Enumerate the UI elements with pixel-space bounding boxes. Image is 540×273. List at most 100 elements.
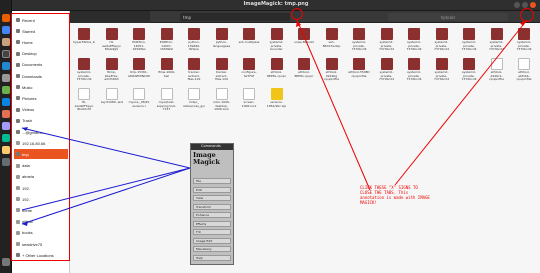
file-item[interactable]: systemd-private-7370bcd4 bbox=[348, 26, 370, 54]
close-icon[interactable] bbox=[530, 2, 536, 8]
folder-icon bbox=[353, 28, 365, 40]
file-icon bbox=[490, 58, 503, 70]
file-item[interactable]: tmp-15361-ADRAEMINCW0MP bbox=[128, 56, 150, 84]
files-icon[interactable] bbox=[2, 38, 10, 46]
file-name: ethtool-49190g cpuprofile bbox=[324, 71, 339, 82]
firefox-icon[interactable] bbox=[2, 14, 10, 22]
app-icon[interactable] bbox=[2, 98, 10, 106]
file-item[interactable]: HL awdsPFKpyo 8kA9m3t bbox=[73, 86, 95, 114]
file-item[interactable]: systemd-private-7370bcd4 bbox=[431, 56, 453, 84]
file-item[interactable]: systemd-private-7370bcd4 bbox=[513, 26, 535, 54]
sidebar-highlight-box bbox=[11, 13, 70, 261]
folder-icon bbox=[298, 28, 310, 40]
file-item[interactable]: zeyrt1080-.wxb bbox=[101, 86, 123, 114]
file-item[interactable]: ssh-8EAS7wdqo bbox=[321, 26, 343, 54]
file-item[interactable]: tracker-extract-files.129 bbox=[183, 56, 205, 84]
file-item[interactable]: ethtool-8EP8x-cpupr bbox=[293, 56, 315, 84]
folder-icon bbox=[298, 58, 310, 70]
app-icon[interactable] bbox=[2, 146, 10, 154]
file-name: systemd-private-7370bcd4 bbox=[406, 41, 422, 52]
im-menu-button[interactable]: Transform bbox=[193, 203, 231, 210]
file-item[interactable]: screen-1006.lock bbox=[238, 86, 260, 114]
im-menu-button[interactable]: File bbox=[193, 178, 231, 184]
file-item[interactable]: xdoc-1006-desktop-1006.lock bbox=[211, 86, 233, 114]
folder-icon bbox=[105, 58, 118, 70]
app-grid-icon[interactable] bbox=[2, 258, 10, 266]
file-item[interactable]: fbmp-bbe3f1a-a21f1663 bbox=[101, 56, 123, 84]
im-logo-line2: Magick bbox=[193, 157, 220, 166]
file-name: systemd-private-7370bcd4 bbox=[433, 41, 449, 52]
app-icon[interactable] bbox=[2, 86, 10, 94]
annotation-circle-right bbox=[520, 8, 534, 22]
file-item[interactable]: ethtool-55ll8D cpuprofile bbox=[348, 56, 370, 84]
file-item[interactable]: systemd-private-7370bcd4 bbox=[403, 26, 425, 54]
file-item[interactable]: systemd-private-7370bcd4 bbox=[403, 56, 425, 84]
file-item[interactable]: hyper5Ndca_bague bbox=[73, 26, 95, 54]
file-name: systemd-private-7370bcd4 bbox=[433, 71, 449, 82]
app-icon[interactable] bbox=[2, 110, 10, 118]
im-menu-button[interactable]: Help bbox=[193, 254, 231, 261]
file-item[interactable]: ssh-multipass bbox=[238, 26, 260, 54]
im-menu-button[interactable]: View bbox=[193, 195, 231, 201]
folder-icon bbox=[408, 58, 420, 70]
folder-icon bbox=[270, 58, 283, 70]
file-item[interactable]: python-languagese bbox=[211, 26, 233, 54]
folder-icon bbox=[160, 58, 173, 70]
im-menu-button[interactable]: Enhance bbox=[193, 212, 231, 218]
file-name: ethtool-8EP8x-cpupr bbox=[294, 71, 314, 78]
vscode-icon[interactable] bbox=[2, 62, 10, 70]
settings-icon[interactable] bbox=[2, 74, 10, 82]
file-name: systemd-private-7370bcd4 bbox=[488, 41, 504, 52]
file-item[interactable]: python-139840-8ktpre bbox=[183, 26, 205, 54]
file-item[interactable]: PORTron-14007-1659Wsl bbox=[156, 26, 178, 54]
file-name: Ifmw-1006-bwl bbox=[157, 71, 176, 78]
folder-icon bbox=[353, 58, 365, 70]
file-item[interactable]: systemd-private-7370bcd4 bbox=[376, 56, 398, 84]
file-item[interactable]: systemd-private-bounder bbox=[266, 26, 288, 54]
folder-icon bbox=[325, 28, 338, 40]
file-item[interactable]: systemd-private-7370bcd4 bbox=[431, 26, 453, 54]
file-name: ethtool-8EP8x-cpupr bbox=[267, 71, 286, 78]
file-item[interactable]: ethtool-8EP8x-cpupr bbox=[266, 56, 288, 84]
im-menu-button[interactable]: Edit bbox=[193, 186, 231, 193]
file-item[interactable]: tracker-extract-files.129 bbox=[211, 56, 233, 84]
file-item[interactable]: HL awdsPFKpyo 8ta9dpJS bbox=[101, 26, 123, 54]
im-menu-button[interactable]: F/X bbox=[193, 229, 231, 235]
file-item[interactable]: snap-80hs4d bbox=[293, 26, 315, 54]
im-menu-button[interactable]: Image Edit bbox=[193, 237, 231, 244]
tab-hptools[interactable]: hptools bbox=[388, 13, 508, 21]
file-item[interactable]: systemd-private-7370bcd4 bbox=[486, 26, 508, 54]
file-name: HL awdsPFKpyo 8ta9dpJS bbox=[102, 41, 121, 52]
file-item[interactable]: systemd-private-7370bcd4 bbox=[458, 26, 480, 54]
file-item[interactable]: systemd-private-7370bcd4 bbox=[73, 56, 95, 84]
app-icon[interactable] bbox=[2, 134, 10, 142]
tab-tmp[interactable]: tmp bbox=[180, 13, 290, 21]
minimize-icon[interactable] bbox=[514, 2, 520, 8]
file-item[interactable]: mysca-_MQPL sensors-l bbox=[128, 86, 150, 114]
file-item[interactable]: ethtool-d446c1-cpuprofile bbox=[486, 56, 508, 84]
app-icon[interactable] bbox=[2, 122, 10, 130]
file-item[interactable]: systemd-private-7370bcd4 bbox=[376, 26, 398, 54]
file-name: tmp-15361-ADRAEMINCW0MP bbox=[128, 71, 150, 78]
folder-icon bbox=[325, 58, 338, 70]
folder-icon bbox=[78, 58, 90, 70]
file-name: tracker-extract-files.129 bbox=[215, 71, 228, 82]
im-menu-button[interactable]: Effects bbox=[193, 220, 231, 227]
file-item[interactable]: mysqhost-sopping tool-7157 bbox=[156, 86, 178, 114]
file-item[interactable]: configure-fw7F9f bbox=[238, 56, 260, 84]
file-name: systemd-private-7370bcd4 bbox=[461, 71, 477, 82]
file-item[interactable]: Ifmw-1006-bwl bbox=[156, 56, 178, 84]
file-name: systemd-private-bounder bbox=[269, 41, 284, 52]
terminal-icon[interactable] bbox=[2, 50, 10, 58]
file-icon bbox=[518, 58, 530, 70]
im-menu-button[interactable]: Miscellany bbox=[193, 246, 231, 252]
file-item[interactable]: PORTron-14051-1659Wsl bbox=[128, 26, 150, 54]
app-icon[interactable] bbox=[2, 158, 10, 166]
file-item[interactable]: ethtool-49190g cpuprofile bbox=[321, 56, 343, 84]
file-name: systemd-private-7370bcd4 bbox=[406, 71, 422, 82]
chrome-icon[interactable] bbox=[2, 26, 10, 34]
file-item[interactable]: systemd-private-7370bcd4 bbox=[458, 56, 480, 84]
file-item[interactable]: sensors-1852/90c.zip bbox=[266, 86, 288, 114]
file-item[interactable]: mdpc_ references_guide bbox=[183, 86, 205, 114]
file-item[interactable]: ethtool-ebf1bb-cpuprofile bbox=[513, 56, 535, 84]
